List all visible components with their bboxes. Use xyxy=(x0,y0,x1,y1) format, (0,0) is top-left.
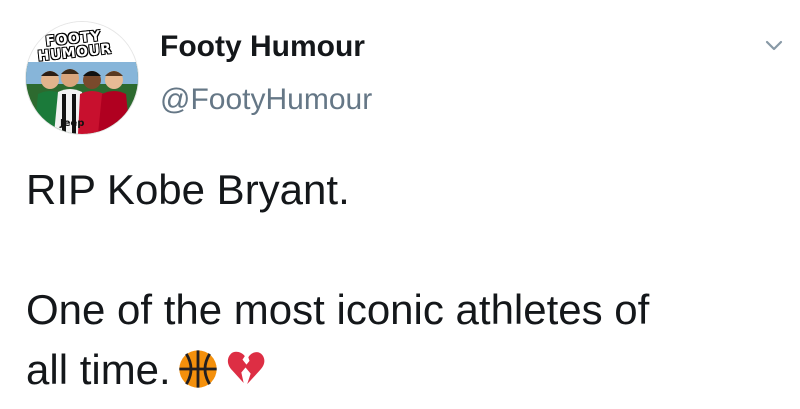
tweet-text-line-content: all time. xyxy=(26,346,171,393)
basketball-icon xyxy=(179,350,217,388)
broken-heart-icon xyxy=(227,351,265,385)
tweet-text-line-last: all time. xyxy=(26,340,786,400)
tweet-text: RIP Kobe Bryant. One of the most iconic … xyxy=(26,160,786,400)
tweet-text-line: RIP Kobe Bryant. xyxy=(26,166,350,213)
tweet-text-line: One of the most iconic athletes of xyxy=(26,286,650,333)
display-name[interactable]: Footy Humour xyxy=(160,29,365,65)
avatar[interactable]: FOOTY HUMOUR Jeep xyxy=(26,22,138,134)
user-handle[interactable]: @FootyHumour xyxy=(160,82,372,118)
tweet-card[interactable]: FOOTY HUMOUR Jeep Footy Humour @FootyHum… xyxy=(0,0,800,409)
avatar-shirt-text: Jeep xyxy=(60,118,85,129)
chevron-down-icon[interactable] xyxy=(762,34,786,58)
tweet-text-gap xyxy=(26,220,786,280)
